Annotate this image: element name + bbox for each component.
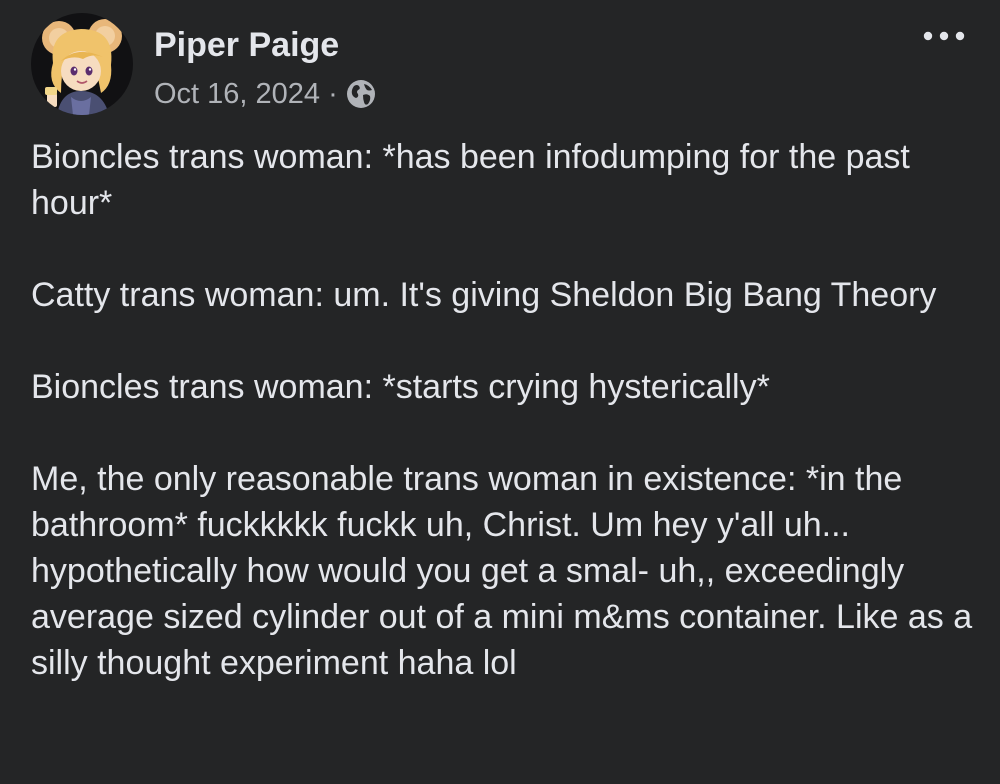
post-meta: Oct 16, 2024 · — [154, 74, 377, 114]
globe-icon — [345, 78, 377, 110]
more-options-button[interactable] — [920, 21, 968, 51]
avatar-image — [31, 13, 133, 115]
post-paragraph: Catty trans woman: um. It's giving Sheld… — [31, 276, 937, 314]
author-avatar[interactable] — [31, 13, 133, 115]
post-paragraph: Bioncles trans woman: *has been infodump… — [31, 138, 910, 222]
post-paragraph: Bioncles trans woman: *starts crying hys… — [31, 368, 770, 406]
post-body: Bioncles trans woman: *has been infodump… — [31, 134, 981, 686]
post-date[interactable]: Oct 16, 2024 — [154, 78, 320, 111]
post-paragraph: Me, the only reasonable trans woman in e… — [31, 460, 973, 682]
post-card: Piper Paige Oct 16, 2024 · Bioncles tran… — [0, 0, 1000, 784]
meta-separator: · — [328, 77, 338, 110]
author-name[interactable]: Piper Paige — [154, 25, 339, 65]
ellipsis-icon — [923, 31, 965, 41]
